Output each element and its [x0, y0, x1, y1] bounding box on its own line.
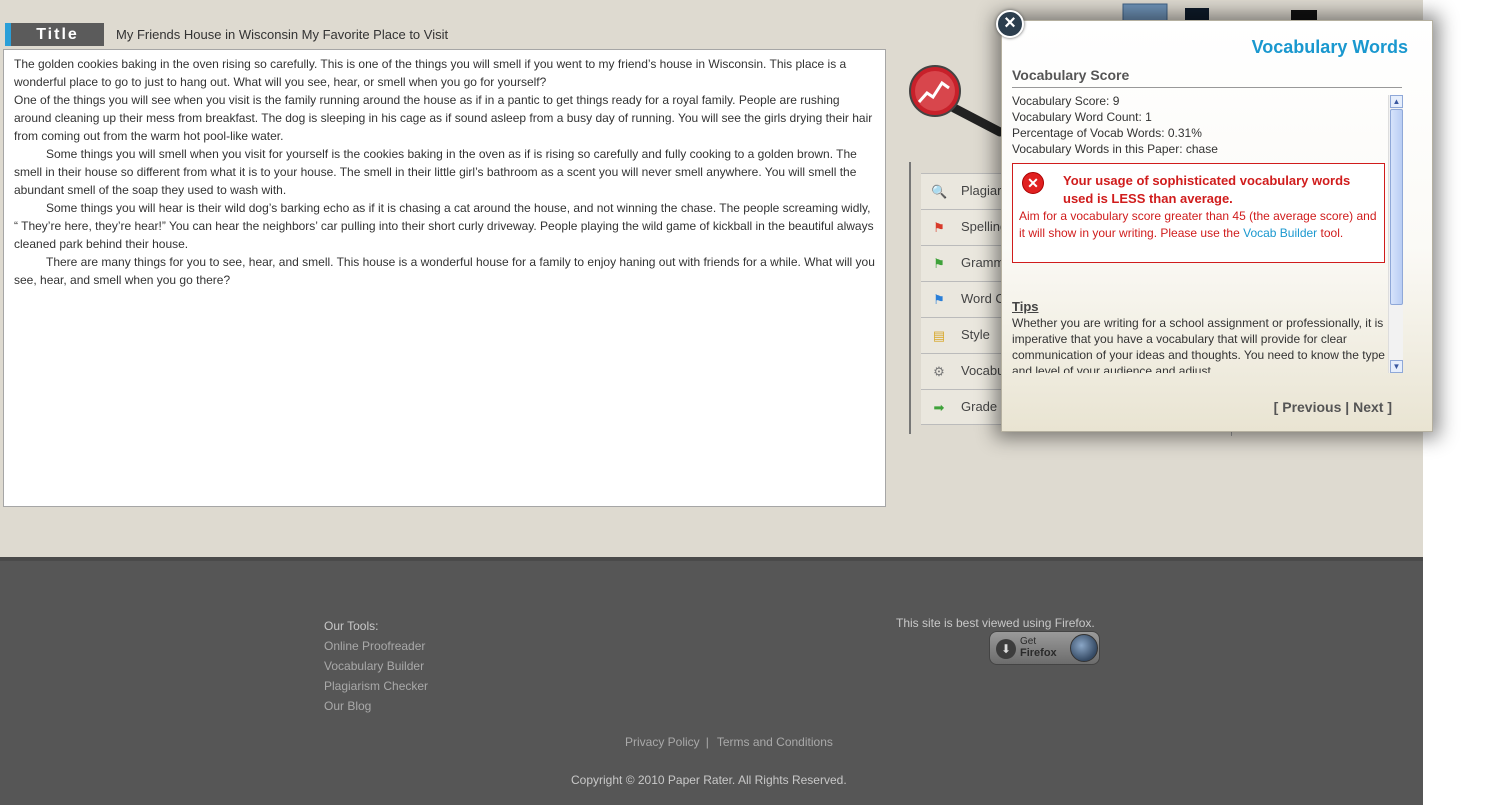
footer: Our Tools: Online Proofreader Vocabulary…	[0, 557, 1423, 805]
stat-percentage: Percentage of Vocab Words: 0.31%	[1012, 126, 1202, 140]
warning-box: ✕ Your usage of sophisticated vocabulary…	[1012, 163, 1385, 263]
footer-link-online-proofreader[interactable]: Online Proofreader	[324, 636, 428, 656]
menu-item-label: Word C	[961, 291, 1005, 306]
menu-item-label: Grade	[961, 399, 998, 414]
vertical-scrollbar[interactable]: ▲ ▼	[1388, 95, 1403, 373]
green-flag-icon: ⚑	[933, 256, 945, 271]
error-icon: ✕	[1022, 172, 1044, 194]
scroll-up-arrow-icon[interactable]: ▲	[1390, 95, 1403, 108]
firefox-get-label: Get	[1020, 636, 1037, 647]
arrow-right-icon: ➡	[933, 400, 945, 415]
firefox-globe-icon	[1070, 634, 1098, 662]
previous-link[interactable]: Previous	[1282, 399, 1341, 415]
footer-link-vocabulary-builder[interactable]: Vocabulary Builder	[324, 656, 428, 676]
menu-item-label: Vocabu	[961, 363, 1005, 378]
pager: [ Previous | Next ]	[1274, 399, 1392, 415]
vocab-stats: Vocabulary Score: 9 Vocabulary Word Coun…	[1012, 93, 1388, 157]
tips-heading: Tips	[1012, 299, 1039, 314]
essay-paragraph: One of the things you will see when you …	[14, 93, 873, 143]
best-viewed-text: This site is best viewed using Firefox.	[896, 616, 1095, 630]
close-icon[interactable]: ×	[996, 10, 1024, 38]
stat-vocab-words: Vocabulary Words in this Paper: chase	[1012, 142, 1218, 156]
essay-paragraph: Some things you will smell when you visi…	[14, 147, 857, 197]
tips-section: Tips Whether you are writing for a schoo…	[1012, 299, 1388, 373]
stat-vocab-score: Vocabulary Score: 9	[1012, 94, 1120, 108]
footer-tools-heading: Our Tools:	[324, 619, 379, 633]
scroll-down-arrow-icon[interactable]: ▼	[1390, 360, 1403, 373]
download-arrow-icon: ⬇	[996, 639, 1016, 659]
gear-icon: ⚙	[933, 364, 945, 379]
magnifier-icon: 🔍	[931, 184, 948, 199]
privacy-policy-link[interactable]: Privacy Policy	[625, 735, 700, 749]
menu-item-label: Style	[961, 327, 990, 342]
pager-separator: |	[1341, 399, 1354, 415]
document-icon: ▤	[932, 328, 946, 343]
title-label: Title	[5, 23, 104, 46]
warning-tail: tool.	[1317, 226, 1344, 240]
red-flag-icon: ⚑	[933, 220, 945, 235]
footer-link-blog[interactable]: Our Blog	[324, 696, 428, 716]
divider	[909, 162, 911, 434]
site-logo-fragment	[1115, 0, 1423, 23]
popup-scroll-content[interactable]: Vocabulary Score: 9 Vocabulary Word Coun…	[1012, 93, 1402, 373]
popup-title: Vocabulary Words	[1251, 37, 1408, 57]
paper-title[interactable]: My Friends House in Wisconsin My Favorit…	[116, 27, 448, 42]
stat-word-count: Vocabulary Word Count: 1	[1012, 110, 1152, 124]
blue-flag-icon: ⚑	[933, 292, 945, 307]
magnifier-chart-icon	[908, 64, 1008, 140]
terms-link[interactable]: Terms and Conditions	[717, 735, 833, 749]
pager-close-bracket: ]	[1383, 399, 1392, 415]
essay-paragraph: There are many things for you to see, he…	[14, 255, 875, 287]
vocab-builder-link[interactable]: Vocab Builder	[1243, 226, 1317, 240]
next-link[interactable]: Next	[1353, 399, 1383, 415]
essay-paragraph: Some things you will hear is their wild …	[14, 201, 874, 251]
essay-text-area[interactable]: The golden cookies baking in the oven ri…	[3, 49, 886, 507]
get-firefox-button[interactable]: ⬇ Get Firefox	[989, 631, 1100, 665]
link-separator: |	[705, 735, 709, 749]
warning-heading: Your usage of sophisticated vocabulary w…	[1063, 173, 1351, 206]
scrollbar-thumb[interactable]	[1390, 109, 1403, 305]
tips-text: Whether you are writing for a school ass…	[1012, 316, 1385, 373]
menu-item-label: Gramm	[961, 255, 1005, 270]
vocabulary-popup: Vocabulary Words Vocabulary Score Vocabu…	[1001, 20, 1433, 432]
footer-tools: Our Tools: Online Proofreader Vocabulary…	[324, 616, 428, 716]
essay-paragraph: The golden cookies baking in the oven ri…	[14, 57, 847, 89]
pager-open-bracket: [	[1273, 399, 1283, 415]
menu-item-label: Plagiar	[961, 183, 1002, 198]
section-heading: Vocabulary Score	[1012, 67, 1402, 88]
footer-link-plagiarism-checker[interactable]: Plagiarism Checker	[324, 676, 428, 696]
firefox-name-label: Firefox	[1020, 647, 1057, 659]
footer-legal-links: Privacy Policy | Terms and Conditions	[625, 735, 833, 749]
copyright: Copyright © 2010 Paper Rater. All Rights…	[571, 773, 847, 787]
